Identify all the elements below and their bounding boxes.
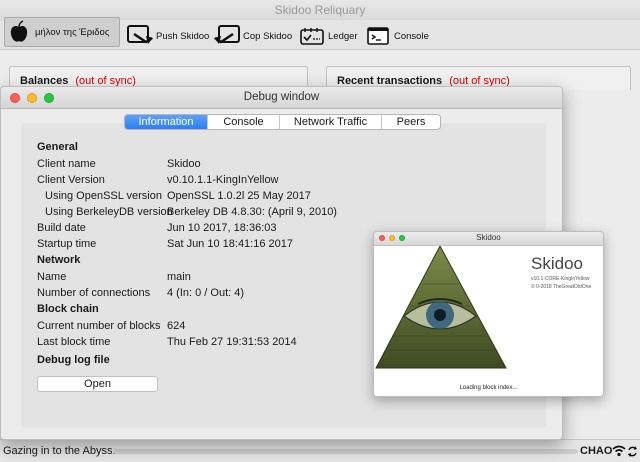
client-name-value: Skidoo xyxy=(167,158,201,170)
network-name-label: Name xyxy=(37,271,67,283)
eye-pyramid-icon xyxy=(374,244,524,373)
debug-log-heading: Debug log file xyxy=(37,354,110,366)
build-date-label: Build date xyxy=(37,222,86,234)
wifi-icon xyxy=(612,445,626,457)
status-bar: Gazing in to the Abyss... CHAO xyxy=(0,439,640,462)
debug-titlebar: Debug window xyxy=(1,87,562,109)
splash-loading-status: Loading block index... xyxy=(459,385,518,391)
last-block-time-label: Last block time xyxy=(37,336,111,348)
unit-selector[interactable]: CHAO xyxy=(580,445,612,457)
push-skidoo-button[interactable]: Push Skidoo xyxy=(126,22,209,50)
status-icons xyxy=(612,445,637,457)
startup-time-label: Startup time xyxy=(37,238,97,250)
push-arrow-icon xyxy=(126,23,154,49)
berkeleydb-label: Using BerkeleyDB version xyxy=(45,206,173,218)
block-count-value: 624 xyxy=(167,320,186,332)
splash-copyright: © 0-2018 TheGreatOldOne xyxy=(531,284,592,290)
debug-window-title: Debug window xyxy=(243,91,320,103)
console-label: Console xyxy=(394,30,429,42)
ledger-label: Ledger xyxy=(328,30,358,42)
tab-console[interactable]: Console xyxy=(208,115,280,129)
tab-peers[interactable]: Peers xyxy=(382,115,440,129)
connections-value: 4 (In: 0 / Out: 4) xyxy=(167,287,245,299)
client-version-label: Client Version xyxy=(37,174,105,186)
connections-label: Number of connections xyxy=(37,287,151,299)
overview-label: μήλον της Έριδος xyxy=(35,26,110,38)
splash-titlebar: Skidoo xyxy=(374,232,603,246)
network-heading: Network xyxy=(37,254,81,266)
status-text: Gazing in to the Abyss... xyxy=(3,445,122,457)
ledger-icon xyxy=(298,23,326,49)
startup-time-value: Sat Jun 10 18:41:16 2017 xyxy=(167,238,293,250)
block-count-label: Current number of blocks xyxy=(37,320,161,332)
client-name-label: Client name xyxy=(37,158,96,170)
debug-tabs: Information Console Network Traffic Peer… xyxy=(124,114,441,130)
openssl-value: OpenSSL 1.0.2l 25 May 2017 xyxy=(167,190,311,202)
tab-network-traffic[interactable]: Network Traffic xyxy=(280,115,382,129)
block-chain-heading: Block chain xyxy=(37,303,99,315)
general-heading: General xyxy=(37,141,78,153)
cop-skidoo-button[interactable]: Cop Skidoo xyxy=(213,22,292,50)
push-skidoo-label: Push Skidoo xyxy=(156,30,210,42)
openssl-label: Using OpenSSL version xyxy=(45,190,162,202)
main-toolbar: μήλον της Έριδος Push Skidoo Cop Skidoo … xyxy=(0,17,640,50)
console-button[interactable]: Console xyxy=(364,22,429,50)
tab-information[interactable]: Information xyxy=(125,115,208,129)
cop-arrow-icon xyxy=(213,23,241,49)
splash-version: v10.1-CORE-KingInYellow xyxy=(531,276,590,282)
client-version-value: v0.10.1.1-KingInYellow xyxy=(167,174,279,186)
ledger-button[interactable]: Ledger xyxy=(298,22,358,50)
open-debug-log-button[interactable]: Open xyxy=(37,376,158,392)
last-block-time-value: Thu Feb 27 19:31:53 2014 xyxy=(167,336,297,348)
apple-icon xyxy=(5,19,33,45)
cop-skidoo-label: Cop Skidoo xyxy=(243,30,293,42)
sync-progress-bar xyxy=(113,449,578,454)
splash-title: Skidoo xyxy=(476,233,501,242)
console-icon xyxy=(364,23,392,49)
network-name-value: main xyxy=(167,271,191,283)
splash-app-name: Skidoo xyxy=(531,254,583,273)
overview-button[interactable]: μήλον της Έριδος xyxy=(4,17,120,47)
sync-icon xyxy=(628,446,637,457)
splash-window: Skidoo Skidoo v10.1-CORE-KingInYellow © … xyxy=(373,231,604,397)
build-date-value: Jun 10 2017, 18:36:03 xyxy=(167,222,277,234)
berkeleydb-value: Berkeley DB 4.8.30: (April 9, 2010) xyxy=(167,206,337,218)
